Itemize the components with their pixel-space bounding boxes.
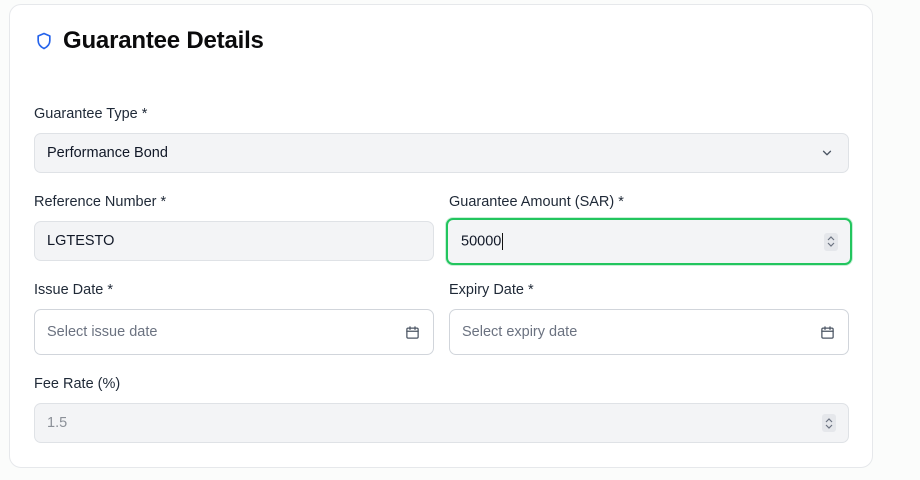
fee-rate-value: 1.5 [47, 415, 68, 431]
stepper-down-icon [825, 424, 833, 429]
guarantee-amount-value: 50000 [461, 233, 502, 250]
guarantee-amount-input[interactable]: 50000 [446, 218, 852, 265]
issue-date-label: Issue Date * [34, 282, 113, 298]
section-title: Guarantee Details [63, 27, 264, 54]
expiry-date-placeholder: Select expiry date [462, 324, 578, 340]
issue-date-placeholder: Select issue date [47, 324, 158, 340]
text-caret [502, 233, 504, 250]
reference-number-input[interactable]: LGTESTO [34, 221, 434, 261]
guarantee-type-value: Performance Bond [47, 145, 168, 161]
calendar-icon[interactable] [818, 323, 836, 341]
stepper-up-icon [825, 417, 833, 422]
fee-rate-input: 1.5 [34, 403, 849, 443]
stepper-down-icon[interactable] [827, 242, 835, 247]
chevron-down-icon [818, 144, 836, 162]
guarantee-type-select[interactable]: Performance Bond [34, 133, 849, 173]
expiry-date-picker[interactable]: Select expiry date [449, 309, 849, 355]
amount-stepper[interactable] [824, 232, 838, 251]
reference-number-value: LGTESTO [47, 233, 115, 249]
reference-number-label: Reference Number * [34, 194, 167, 210]
expiry-date-label: Expiry Date * [449, 282, 534, 298]
stepper-up-icon[interactable] [827, 236, 835, 241]
guarantee-amount-label: Guarantee Amount (SAR) * [449, 194, 624, 210]
shield-icon [37, 32, 51, 50]
guarantee-type-label: Guarantee Type * [34, 106, 148, 122]
fee-rate-stepper [822, 414, 836, 432]
fee-rate-label: Fee Rate (%) [34, 376, 121, 392]
guarantee-details-card: Guarantee Details Guarantee Type * Perfo… [9, 4, 873, 468]
calendar-icon[interactable] [403, 323, 421, 341]
issue-date-picker[interactable]: Select issue date [34, 309, 434, 355]
card-header: Guarantee Details [34, 27, 264, 55]
